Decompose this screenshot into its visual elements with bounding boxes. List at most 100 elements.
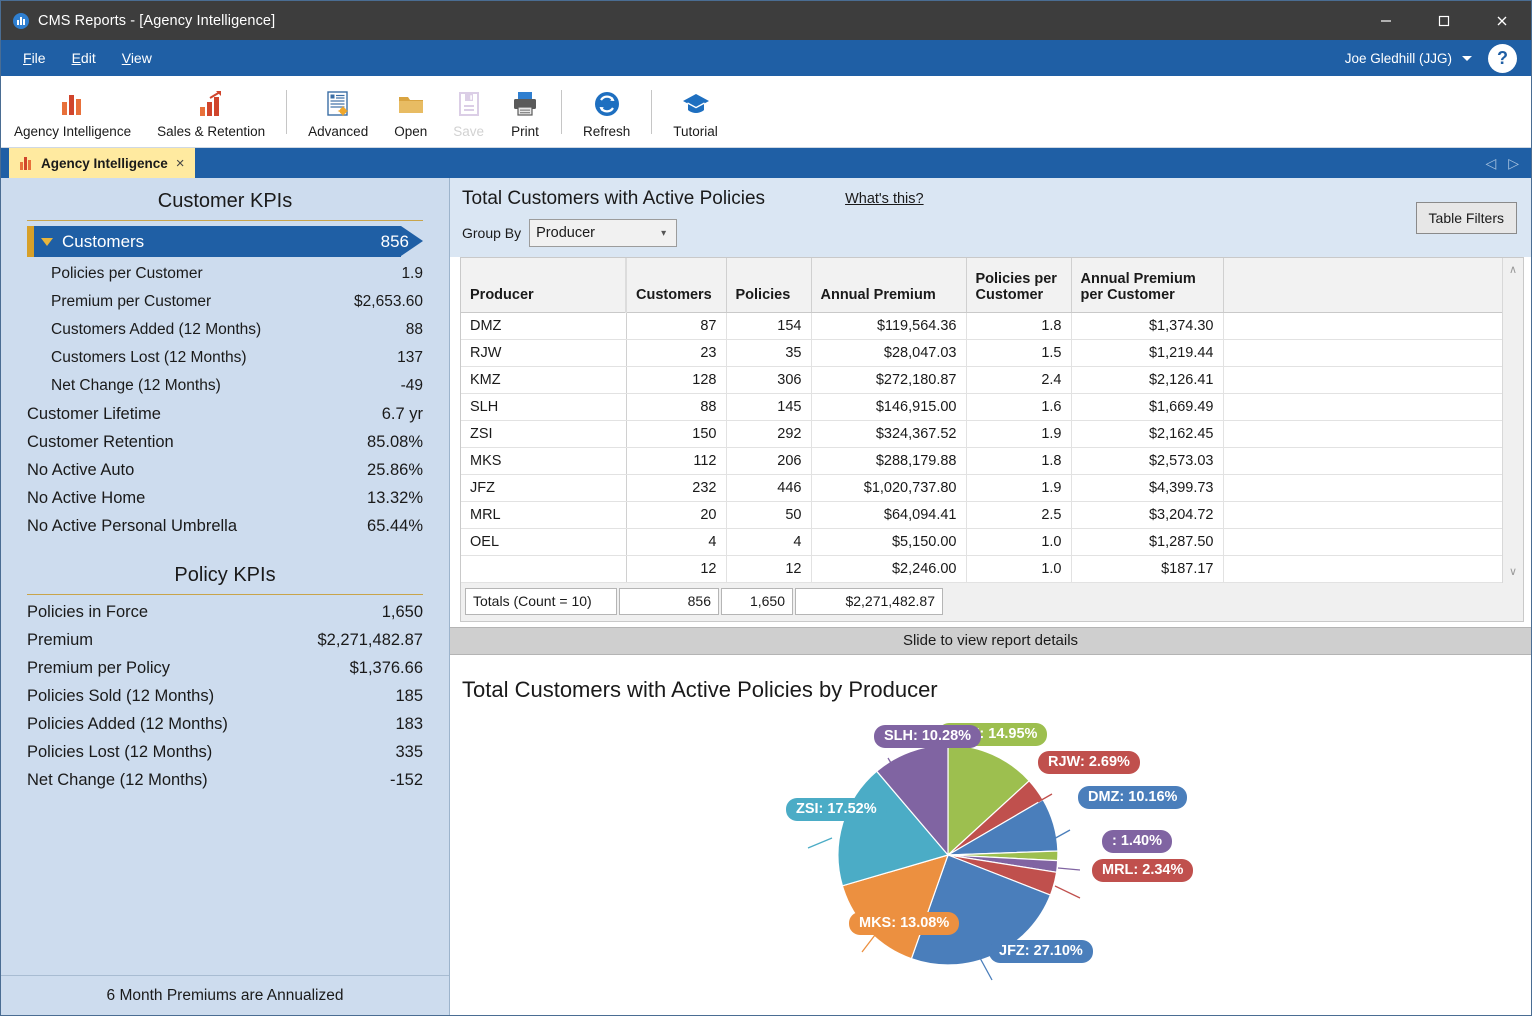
toolbar-advanced[interactable]: Advanced: [295, 76, 381, 148]
pie-label-rjw: RJW: 2.69%: [1038, 750, 1140, 775]
toolbar-refresh[interactable]: Refresh: [570, 76, 643, 148]
kpi-label: Premium per Policy: [27, 658, 171, 677]
toolbar-tutorial[interactable]: Tutorial: [660, 76, 731, 148]
kpi-label: No Active Personal Umbrella: [27, 516, 238, 535]
whats-this-link[interactable]: What's this?: [845, 191, 924, 207]
kpi-row: Customers Lost (12 Months) 137: [27, 344, 423, 372]
table-head: Producer Customers Policies Annual Premi…: [461, 258, 1505, 313]
table-row[interactable]: SLH 88 145 $146,915.00 1.6 $1,669.49: [461, 393, 1505, 421]
cell-ppc: 1.8: [966, 312, 1072, 340]
policy-kpi-list: Policies in Force 1,650 Premium $2,271,4…: [1, 598, 449, 794]
toolbar-print[interactable]: Print: [497, 76, 553, 148]
kpi-label: Net Change (12 Months): [51, 377, 221, 394]
kpi-row: Net Change (12 Months) -49: [27, 372, 423, 400]
toolbar-save[interactable]: Save: [440, 76, 497, 148]
cell-blank: [1223, 312, 1505, 340]
report-header-line1: Total Customers with Active Policies Wha…: [462, 188, 1517, 210]
table-row[interactable]: 12 12 $2,246.00 1.0 $187.17: [461, 555, 1505, 583]
toolbar-sales-retention[interactable]: Sales & Retention: [144, 76, 278, 148]
refresh-icon: [592, 85, 622, 119]
tab-close-icon[interactable]: ×: [176, 156, 185, 171]
maximize-button[interactable]: [1415, 1, 1473, 40]
kpi-label: Net Change (12 Months): [27, 770, 208, 789]
table-filters-button[interactable]: Table Filters: [1415, 202, 1517, 234]
chevron-down-icon[interactable]: [1462, 55, 1472, 61]
cell-blank: [1223, 447, 1505, 475]
scroll-down-icon[interactable]: ∨: [1509, 565, 1517, 578]
cell-policies: 446: [726, 474, 812, 502]
kpi-value: 13.32%: [367, 488, 423, 507]
report-title: Total Customers with Active Policies: [462, 188, 766, 209]
col-header-customers[interactable]: Customers: [625, 258, 727, 313]
table-row[interactable]: MKS 112 206 $288,179.88 1.8 $2,573.03: [461, 447, 1505, 475]
tab-next-icon[interactable]: ▷: [1508, 155, 1519, 172]
toolbar-advanced-label: Advanced: [308, 123, 369, 139]
cell-producer: DMZ: [461, 312, 627, 340]
cell-ppc: 1.9: [966, 420, 1072, 448]
help-button[interactable]: ?: [1488, 43, 1517, 73]
toolbar-agency-intelligence[interactable]: Agency Intelligence: [1, 76, 144, 148]
toolbar-open[interactable]: Open: [381, 76, 440, 148]
kpi-label: Premium: [27, 630, 94, 649]
col-header-producer[interactable]: Producer: [461, 258, 627, 313]
kpi-row: Premium per Policy $1,376.66: [27, 654, 423, 682]
col-header-policies[interactable]: Policies: [726, 258, 812, 313]
minimize-button[interactable]: [1357, 1, 1415, 40]
kpi-value: 25.86%: [367, 460, 423, 479]
cell-blank: [1223, 528, 1505, 556]
menu-edit[interactable]: Edit: [62, 46, 106, 70]
pie-label-mks: MKS: 13.08%: [849, 911, 960, 936]
menu-file-label: F: [23, 50, 32, 66]
menu-view[interactable]: View: [112, 46, 162, 70]
tab-agency-intelligence[interactable]: Agency Intelligence ×: [9, 148, 195, 178]
kpi-header-customers[interactable]: Customers 856: [27, 226, 423, 257]
toolbar-refresh-label: Refresh: [583, 123, 631, 139]
toolbar-print-label: Print: [511, 123, 539, 139]
close-button[interactable]: [1473, 1, 1531, 40]
kpi-label: Policies Added (12 Months): [27, 714, 228, 733]
col-header-annual-premium[interactable]: Annual Premium: [811, 258, 967, 313]
scroll-up-icon[interactable]: ∧: [1509, 263, 1517, 276]
cell-blank: [1223, 339, 1505, 367]
kpi-row: Policies in Force 1,650: [27, 598, 423, 626]
col-header-policies-per-customer[interactable]: Policies per Customer: [966, 258, 1072, 313]
triangle-down-icon[interactable]: [41, 237, 53, 246]
table-row[interactable]: KMZ 128 306 $272,180.87 2.4 $2,126.41: [461, 366, 1505, 394]
cell-blank: [1223, 366, 1505, 394]
cell-appc: $1,374.30: [1071, 312, 1224, 340]
kpi-value: -152: [389, 770, 423, 789]
cell-premium: $2,246.00: [811, 555, 967, 583]
kpi-value: 185: [395, 686, 423, 705]
group-by-select[interactable]: Producer ▾: [529, 219, 678, 247]
user-menu-label[interactable]: Joe Gledhill (JJG): [1345, 51, 1452, 66]
table-row[interactable]: RJW 23 35 $28,047.03 1.5 $1,219.44: [461, 339, 1505, 367]
cell-blank: [1223, 501, 1505, 529]
table-row[interactable]: JFZ 232 446 $1,020,737.80 1.9 $4,399.73: [461, 474, 1505, 502]
kpi-row: Premium per Customer $2,653.60: [27, 288, 423, 316]
kpi-label: Customers Added (12 Months): [51, 321, 262, 338]
col-header-annual-premium-per-customer[interactable]: Annual Premium per Customer: [1071, 258, 1224, 313]
table-row[interactable]: MRL 20 50 $64,094.41 2.5 $3,204.72: [461, 501, 1505, 529]
report-header: Total Customers with Active Policies Wha…: [450, 178, 1531, 257]
table-row[interactable]: OEL 4 4 $5,150.00 1.0 $1,287.50: [461, 528, 1505, 556]
cell-customers: 232: [626, 474, 727, 502]
slide-to-view-details-handle[interactable]: Slide to view report details: [450, 626, 1531, 655]
menu-file[interactable]: File: [13, 46, 56, 70]
application-window: CMS Reports - [Agency Intelligence] File…: [0, 0, 1532, 1016]
tab-prev-icon[interactable]: ◁: [1485, 155, 1496, 172]
cell-premium: $324,367.52: [811, 420, 967, 448]
toolbar-open-label: Open: [394, 123, 428, 139]
customer-kpi-list: Customers 856 Policies per Customer 1.9 …: [1, 224, 449, 540]
cell-ppc: 1.0: [966, 528, 1072, 556]
cell-policies: 154: [726, 312, 812, 340]
table-row[interactable]: ZSI 150 292 $324,367.52 1.9 $2,162.45: [461, 420, 1505, 448]
cell-customers: 112: [626, 447, 727, 475]
table-row[interactable]: DMZ 87 154 $119,564.36 1.8 $1,374.30: [461, 312, 1505, 340]
cell-producer: JFZ: [461, 474, 627, 502]
kpi-label: Customer Retention: [27, 432, 174, 451]
folder-icon: [396, 85, 426, 119]
pie-label-slh: SLH: 10.28%: [874, 724, 982, 749]
table-vertical-scrollbar[interactable]: ∧ ∨: [1502, 258, 1523, 583]
kpi-label: Customers Lost (12 Months): [51, 349, 247, 366]
kpi-value: $2,271,482.87: [317, 630, 423, 649]
